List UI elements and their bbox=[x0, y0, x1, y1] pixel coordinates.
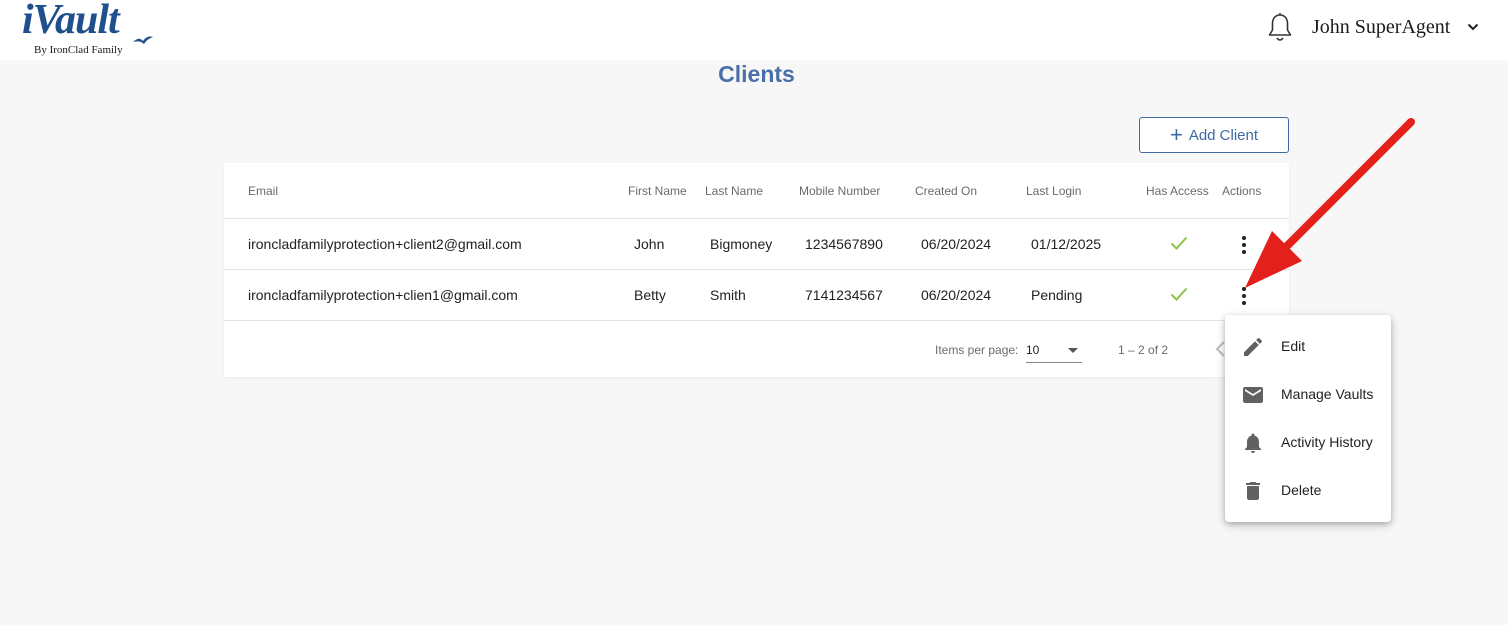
column-header-first-name[interactable]: First Name bbox=[628, 184, 687, 198]
column-header-mobile-number[interactable]: Mobile Number bbox=[799, 184, 880, 198]
chevron-down-icon[interactable] bbox=[1467, 22, 1479, 32]
menu-item-label: Activity History bbox=[1281, 434, 1373, 450]
checkmark-icon bbox=[1170, 236, 1188, 250]
items-per-page-value: 10 bbox=[1026, 343, 1040, 357]
logo-subtext: By IronClad Family bbox=[34, 44, 123, 56]
page-title: Clients bbox=[718, 61, 795, 87]
menu-item-label: Delete bbox=[1281, 482, 1322, 498]
cell-mobile-number: 1234567890 bbox=[805, 236, 883, 252]
menu-item-label: Edit bbox=[1281, 338, 1306, 354]
column-header-created-on[interactable]: Created On bbox=[915, 184, 977, 198]
bird-icon bbox=[133, 36, 153, 44]
trash-icon bbox=[1246, 482, 1260, 500]
page-range-label: 1 – 2 of 2 bbox=[1118, 343, 1169, 357]
cell-last-name: Bigmoney bbox=[710, 236, 773, 252]
menu-item-delete[interactable]: Delete bbox=[1225, 467, 1391, 515]
red-annotation-arrow-icon bbox=[1245, 118, 1415, 288]
cell-email: ironcladfamilyprotection+client2@gmail.c… bbox=[248, 236, 522, 252]
user-menu-name[interactable]: John SuperAgent bbox=[1312, 16, 1450, 39]
cell-created-on: 06/20/2024 bbox=[921, 287, 992, 303]
menu-item-edit[interactable]: Edit bbox=[1225, 323, 1391, 371]
bell-icon bbox=[1245, 433, 1261, 453]
top-bar: iVault By IronClad Family John SuperAgen… bbox=[0, 0, 1508, 60]
column-header-email[interactable]: Email bbox=[248, 184, 278, 198]
plus-icon: + bbox=[1169, 122, 1183, 147]
table-row[interactable]: ironcladfamilyprotection+clien1@gmail.co… bbox=[224, 269, 1289, 321]
cell-first-name: John bbox=[634, 236, 665, 252]
cell-created-on: 06/20/2024 bbox=[921, 236, 992, 252]
ivault-logo[interactable]: iVault By IronClad Family bbox=[22, 0, 153, 60]
items-per-page-select[interactable]: 10 bbox=[1026, 340, 1082, 363]
column-header-last-name[interactable]: Last Name bbox=[705, 184, 763, 198]
cell-mobile-number: 7141234567 bbox=[805, 287, 883, 303]
menu-item-label: Manage Vaults bbox=[1281, 386, 1374, 402]
row-actions-menu: Edit Manage Vaults Activity History Dele… bbox=[1225, 315, 1391, 522]
clients-table: Email First Name Last Name Mobile Number… bbox=[224, 163, 1289, 377]
items-per-page-label: Items per page: bbox=[935, 343, 1019, 357]
cell-last-login: 01/12/2025 bbox=[1031, 236, 1102, 252]
table-row[interactable]: ironcladfamilyprotection+client2@gmail.c… bbox=[224, 218, 1289, 270]
column-header-has-access[interactable]: Has Access bbox=[1146, 184, 1209, 198]
logo-text: iVault bbox=[22, 0, 120, 43]
cell-first-name: Betty bbox=[634, 287, 666, 303]
pencil-icon bbox=[1244, 337, 1263, 356]
cell-last-login: Pending bbox=[1031, 287, 1083, 303]
paginator: Items per page: 10 1 – 2 of 2 bbox=[224, 320, 1289, 378]
menu-item-manage-vaults[interactable]: Manage Vaults bbox=[1225, 371, 1391, 419]
column-header-last-login[interactable]: Last Login bbox=[1026, 184, 1081, 198]
cell-email: ironcladfamilyprotection+clien1@gmail.co… bbox=[248, 287, 518, 303]
notification-bell-icon[interactable] bbox=[1266, 12, 1294, 44]
dropdown-arrow-icon bbox=[1068, 348, 1078, 353]
cell-last-name: Smith bbox=[710, 287, 746, 303]
envelope-icon bbox=[1243, 387, 1263, 403]
checkmark-icon bbox=[1170, 287, 1188, 301]
menu-item-activity-history[interactable]: Activity History bbox=[1225, 419, 1391, 467]
